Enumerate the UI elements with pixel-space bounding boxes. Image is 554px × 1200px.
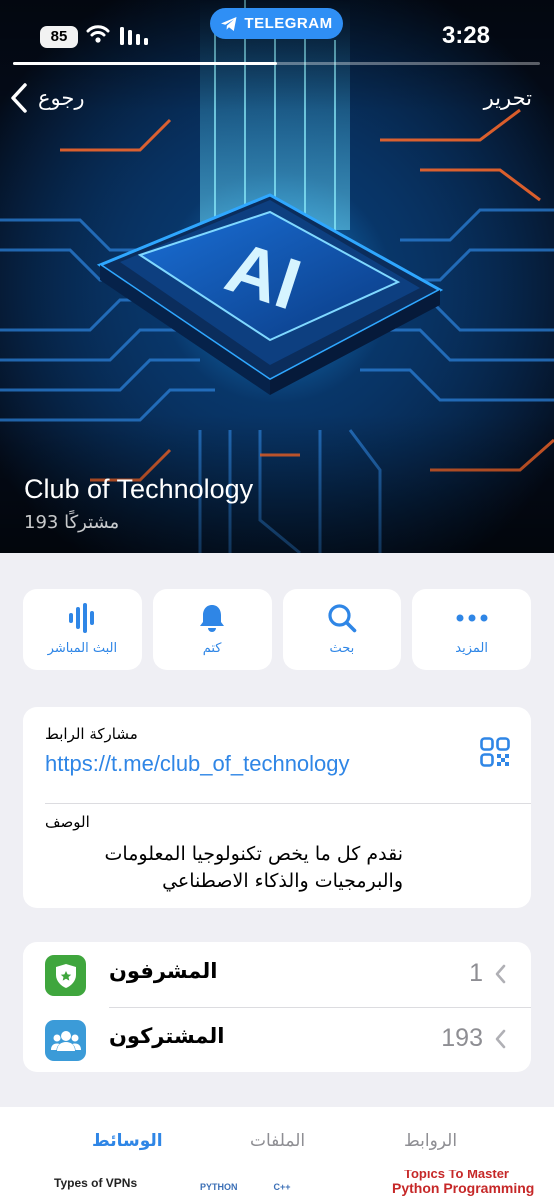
tab-links[interactable]: الروابط bbox=[404, 1131, 457, 1151]
thumbnail-python-programming-text[interactable]: Python Programming bbox=[392, 1180, 534, 1196]
back-label: رجوع bbox=[38, 86, 85, 110]
thumbnail-cpp-label: C++ bbox=[273, 1182, 291, 1192]
wifi-icon bbox=[86, 25, 110, 43]
more-icon bbox=[456, 614, 488, 622]
search-icon bbox=[328, 604, 357, 633]
chevron-icon bbox=[495, 1029, 506, 1049]
mute-label: كتم bbox=[202, 641, 222, 656]
info-divider bbox=[45, 803, 531, 804]
channel-link[interactable]: https://t.me/club_of_technology bbox=[45, 751, 350, 777]
chevron-icon bbox=[495, 964, 506, 984]
tab-files[interactable]: الملفات bbox=[250, 1131, 305, 1151]
story-progress bbox=[13, 62, 540, 65]
status-bar: 85 TELEGRAM 3:28 bbox=[0, 0, 554, 70]
admins-label: المشرفون bbox=[109, 959, 218, 983]
description-label: الوصف bbox=[45, 813, 90, 831]
mute-button[interactable]: كتم bbox=[152, 589, 272, 670]
bell-icon bbox=[200, 605, 225, 632]
status-time: 3:28 bbox=[441, 22, 490, 49]
back-button[interactable]: رجوع bbox=[10, 82, 85, 114]
telegram-icon bbox=[221, 16, 237, 31]
more-button[interactable]: المزيد bbox=[412, 589, 531, 670]
members-card: المشرفون 1 المشتركون 193 bbox=[23, 942, 531, 1072]
telegram-pill[interactable]: TELEGRAM bbox=[210, 8, 343, 39]
people-icon bbox=[50, 1030, 81, 1051]
thumbnail-python-label: PYTHON bbox=[200, 1182, 238, 1192]
live-stream-button[interactable]: البث المباشر bbox=[23, 589, 142, 670]
channel-info-card: مشاركة الرابط https://t.me/club_of_techn… bbox=[23, 707, 531, 908]
channel-description: نقدم كل ما يخص تكنولوجيا المعلومات والبر… bbox=[104, 843, 403, 892]
search-label: بحث bbox=[329, 641, 355, 656]
subscribers-tile bbox=[45, 1020, 86, 1061]
admin-badge-icon bbox=[55, 963, 76, 988]
subscribers-count: 193 bbox=[441, 1024, 483, 1052]
subscribers-label: المشتركون bbox=[109, 1024, 225, 1048]
more-label: المزيد bbox=[455, 641, 488, 656]
admins-row[interactable]: المشرفون 1 bbox=[23, 942, 531, 1007]
signal-icon bbox=[120, 27, 148, 45]
thumbnail-vpn-text[interactable]: Types of VPNs bbox=[54, 1176, 137, 1190]
tab-media[interactable]: الوسائط bbox=[92, 1131, 163, 1151]
qr-code-icon[interactable] bbox=[480, 737, 510, 767]
search-button[interactable]: بحث bbox=[282, 589, 402, 670]
story-progress-fill bbox=[13, 62, 277, 65]
live-stream-icon bbox=[69, 603, 95, 633]
subscribers-row[interactable]: المشتركون 193 bbox=[23, 1007, 531, 1072]
channel-subscriber-count: 193 مشتركًا bbox=[24, 512, 120, 533]
channel-actions: البث المباشر كتم بحث المزيد bbox=[23, 589, 531, 670]
channel-cover: AI 85 TELEGRAM 3:28 ر bbox=[0, 0, 554, 553]
admins-count: 1 bbox=[469, 959, 483, 987]
media-thumbnails: Types of VPNs PYTHON C++ Topics To Maste… bbox=[0, 1170, 554, 1200]
live-stream-label: البث المباشر bbox=[47, 641, 118, 656]
thumbnail-code-labels[interactable]: PYTHON C++ bbox=[200, 1182, 291, 1192]
battery-indicator: 85 bbox=[40, 26, 78, 48]
telegram-pill-label: TELEGRAM bbox=[244, 15, 333, 32]
share-link-label: مشاركة الرابط bbox=[45, 725, 138, 743]
edit-button[interactable]: تحرير bbox=[484, 86, 532, 110]
admin-tile bbox=[45, 955, 86, 996]
chevron-left-icon bbox=[11, 83, 27, 113]
channel-title: Club of Technology bbox=[24, 474, 254, 504]
